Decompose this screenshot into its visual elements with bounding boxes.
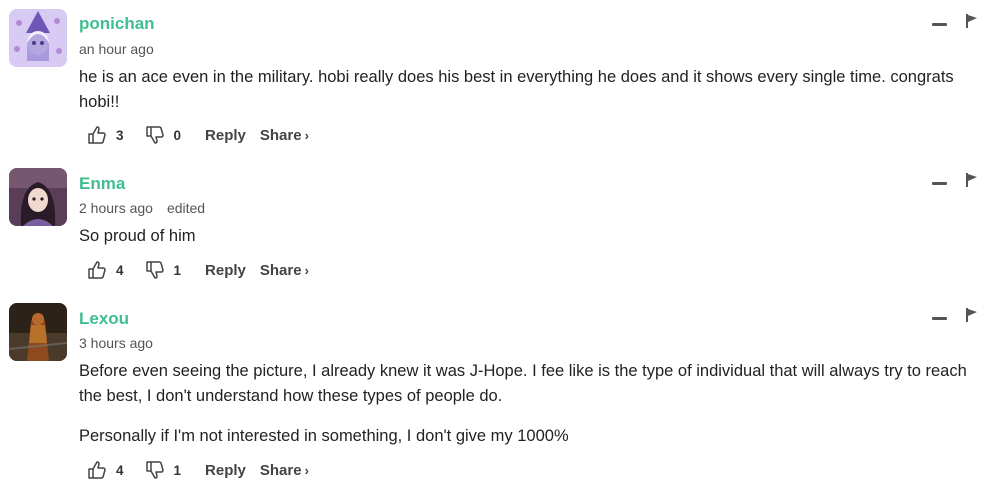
share-button[interactable]: Share › xyxy=(260,127,309,144)
thumbs-down-icon xyxy=(145,126,164,144)
like-button[interactable]: 3 xyxy=(87,125,124,145)
dislike-button[interactable]: 0 xyxy=(145,125,182,145)
reply-button[interactable]: Reply xyxy=(205,462,246,479)
timestamp[interactable]: 3 hours ago xyxy=(79,335,153,351)
flag-icon[interactable] xyxy=(966,14,978,28)
dislike-button[interactable]: 1 xyxy=(145,260,182,280)
avatar-image xyxy=(9,168,67,226)
share-button[interactable]: Share › xyxy=(260,462,309,479)
comment-body: he is an ace even in the military. hobi … xyxy=(79,65,984,115)
username[interactable]: ponichan xyxy=(79,14,155,34)
thumbs-down-icon xyxy=(145,261,164,279)
comment-text: Personally if I'm not interested in some… xyxy=(79,427,569,445)
avatar-image xyxy=(9,9,67,67)
comment-meta: 3 hours ago xyxy=(79,335,153,351)
chevron-right-icon: › xyxy=(304,462,309,478)
thumbs-up-icon xyxy=(88,461,106,479)
comment-actions: 4 1 Reply Share › xyxy=(87,259,309,281)
thumbs-up-icon xyxy=(88,261,106,279)
comment: ponichan an hour ago he is an ace even i… xyxy=(0,0,996,160)
comment-meta: 2 hours ago edited xyxy=(79,200,205,216)
reply-button[interactable]: Reply xyxy=(205,127,246,144)
reply-button[interactable]: Reply xyxy=(205,262,246,279)
comment-text: So proud of him xyxy=(79,227,196,245)
like-count: 3 xyxy=(116,127,124,143)
minus-icon[interactable] xyxy=(932,317,947,320)
dislike-count: 0 xyxy=(173,127,182,143)
comment-body: So proud of him xyxy=(79,224,984,249)
like-button[interactable]: 4 xyxy=(87,460,124,480)
comment: Enma 2 hours ago edited So proud of him 4… xyxy=(0,160,996,295)
flag-icon[interactable] xyxy=(966,308,978,322)
edited-label: edited xyxy=(166,200,206,216)
comment-actions: 3 0 Reply Share › xyxy=(87,124,309,146)
like-button[interactable]: 4 xyxy=(87,260,124,280)
like-count: 4 xyxy=(116,262,124,278)
comment: Lexou 3 hours ago Before even seeing the… xyxy=(0,295,996,489)
dislike-button[interactable]: 1 xyxy=(145,460,182,480)
like-count: 4 xyxy=(116,462,124,478)
thumbs-up-icon xyxy=(88,126,106,144)
comment-actions: 4 1 Reply Share › xyxy=(87,459,309,481)
avatar-image xyxy=(9,303,67,361)
minus-icon[interactable] xyxy=(932,182,947,185)
username[interactable]: Lexou xyxy=(79,309,129,329)
share-label: Share xyxy=(259,461,302,479)
avatar[interactable] xyxy=(9,303,67,361)
avatar[interactable] xyxy=(9,9,67,67)
comment-meta: an hour ago xyxy=(79,41,154,57)
flag-icon[interactable] xyxy=(966,173,978,187)
timestamp[interactable]: 2 hours ago xyxy=(79,200,153,216)
thumbs-down-icon xyxy=(145,461,164,479)
timestamp[interactable]: an hour ago xyxy=(79,41,154,57)
dislike-count: 1 xyxy=(173,462,182,478)
comment-text: Before even seeing the picture, I alread… xyxy=(79,362,967,405)
comment-text: he is an ace even in the military. hobi … xyxy=(79,68,954,111)
chevron-right-icon: › xyxy=(304,262,309,278)
share-label: Share xyxy=(259,261,302,279)
comment-body: Before even seeing the picture, I alread… xyxy=(79,359,984,449)
dislike-count: 1 xyxy=(173,262,182,278)
chevron-right-icon: › xyxy=(304,127,309,143)
share-label: Share xyxy=(259,126,302,144)
avatar[interactable] xyxy=(9,168,67,226)
minus-icon[interactable] xyxy=(932,23,947,26)
share-button[interactable]: Share › xyxy=(260,262,309,279)
username[interactable]: Enma xyxy=(79,174,125,194)
